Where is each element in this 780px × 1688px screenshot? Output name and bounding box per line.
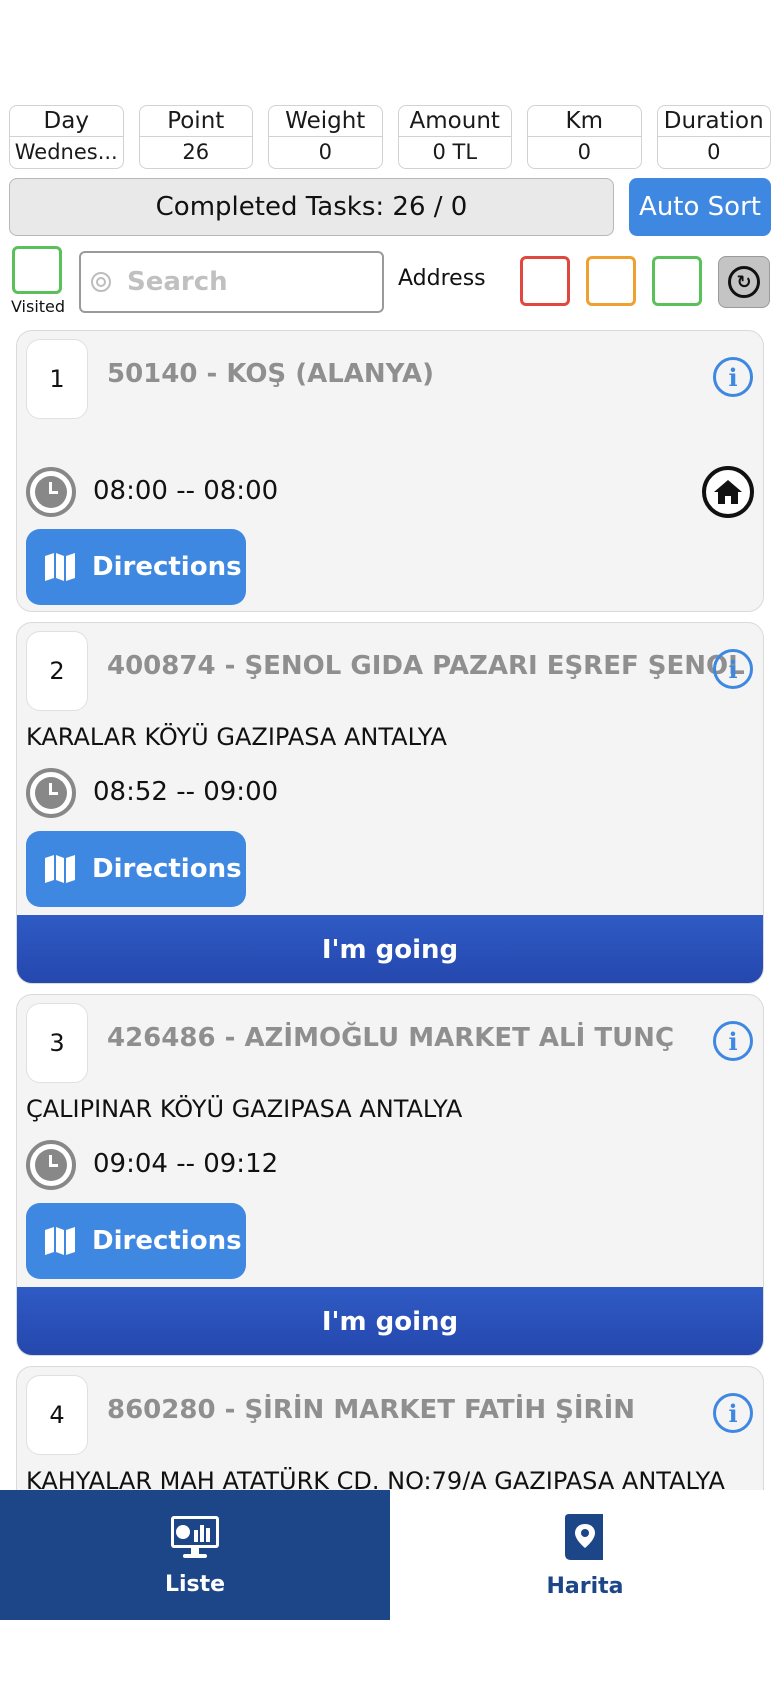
task-address: ÇALIPINAR KÖYÜ GAZIPASA ANTALYA xyxy=(26,1095,463,1123)
task-card[interactable]: 3 426486 - AZİMOĞLU MARKET ALİ TUNÇ i ÇA… xyxy=(16,994,764,1356)
task-title: 860280 - ŞİRİN MARKET FATİH ŞİRİN xyxy=(107,1395,636,1425)
info-icon[interactable]: i xyxy=(713,1021,753,1061)
stat-value: 0 xyxy=(318,140,332,164)
clock-icon xyxy=(26,768,76,818)
tab-liste[interactable]: Liste xyxy=(0,1490,390,1620)
directions-label: Directions xyxy=(92,552,242,582)
tab-harita[interactable]: Harita xyxy=(390,1490,780,1620)
visited-label: Visited xyxy=(10,297,66,316)
task-title: 426486 - AZİMOĞLU MARKET ALİ TUNÇ xyxy=(107,1023,675,1053)
im-going-button[interactable]: I'm going xyxy=(17,1287,763,1355)
map-icon xyxy=(45,1227,75,1255)
clock-icon xyxy=(26,467,76,517)
auto-sort-button[interactable]: Auto Sort xyxy=(629,178,771,236)
refresh-button[interactable]: ↻ xyxy=(718,256,770,308)
task-time: 08:00 -- 08:00 xyxy=(93,476,279,506)
tab-harita-label: Harita xyxy=(546,1573,624,1599)
stat-value: 0 xyxy=(577,140,591,164)
directions-button[interactable]: Directions xyxy=(26,1203,246,1279)
stat-duration: Duration 0 xyxy=(656,105,771,169)
filter-red-checkbox[interactable] xyxy=(520,256,570,306)
map-icon xyxy=(45,553,75,581)
stat-value: Wednes... xyxy=(14,140,118,164)
task-title: 400874 - ŞENOL GIDA PAZARI EŞREF ŞENOL xyxy=(107,651,745,681)
task-address: KARALAR KÖYÜ GAZIPASA ANTALYA xyxy=(26,723,447,751)
info-icon[interactable]: i xyxy=(713,1393,753,1433)
stat-day: Day Wednes... xyxy=(9,105,124,169)
stat-label: Amount xyxy=(398,106,511,137)
filter-orange-checkbox[interactable] xyxy=(586,256,636,306)
task-number: 4 xyxy=(26,1375,88,1455)
monitor-chart-icon xyxy=(171,1515,219,1558)
stat-value: 26 xyxy=(182,140,210,164)
map-icon xyxy=(45,855,75,883)
stat-point: Point 26 xyxy=(138,105,253,169)
stat-value: 0 TL xyxy=(432,140,478,164)
search-input[interactable] xyxy=(127,267,367,297)
map-pin-book-icon xyxy=(565,1513,603,1560)
directions-label: Directions xyxy=(92,854,242,884)
task-card[interactable]: 2 400874 - ŞENOL GIDA PAZARI EŞREF ŞENOL… xyxy=(16,622,764,984)
clock-icon xyxy=(26,1140,76,1190)
task-time: 09:04 -- 09:12 xyxy=(93,1149,279,1179)
filter-green-checkbox[interactable] xyxy=(652,256,702,306)
directions-button[interactable]: Directions xyxy=(26,831,246,907)
directions-label: Directions xyxy=(92,1226,242,1256)
address-label: Address xyxy=(398,266,486,291)
completed-tasks-banner: Completed Tasks: 26 / 0 xyxy=(9,178,614,236)
info-icon[interactable]: i xyxy=(713,649,753,689)
visited-checkbox[interactable] xyxy=(12,246,62,294)
task-number: 3 xyxy=(26,1003,88,1083)
stat-label: Weight xyxy=(269,106,382,137)
task-card[interactable]: 1 50140 - KOŞ (ALANYA) i 08:00 -- 08:00 … xyxy=(16,330,764,612)
im-going-button[interactable]: I'm going xyxy=(17,915,763,983)
home-icon xyxy=(702,466,754,518)
stat-label: Day xyxy=(10,106,123,137)
stat-weight: Weight 0 xyxy=(268,105,383,169)
stat-label: Duration xyxy=(657,106,770,137)
tab-liste-label: Liste xyxy=(164,1571,226,1597)
task-title: 50140 - KOŞ (ALANYA) xyxy=(107,359,435,389)
task-time: 08:52 -- 09:00 xyxy=(93,777,279,807)
search-field[interactable] xyxy=(79,251,384,313)
stat-label: Km xyxy=(528,106,641,137)
stat-value: 0 xyxy=(707,140,721,164)
stats-row: Day Wednes... Point 26 Weight 0 Amount 0… xyxy=(9,105,771,169)
task-number: 1 xyxy=(26,339,88,419)
search-icon xyxy=(91,272,111,292)
info-icon[interactable]: i xyxy=(713,357,753,397)
stat-amount: Amount 0 TL xyxy=(397,105,512,169)
bottom-nav: Liste Harita xyxy=(0,1490,780,1620)
task-number: 2 xyxy=(26,631,88,711)
directions-button[interactable]: Directions xyxy=(26,529,246,605)
stat-km: Km 0 xyxy=(527,105,642,169)
refresh-icon: ↻ xyxy=(728,266,760,298)
stat-label: Point xyxy=(139,106,252,137)
